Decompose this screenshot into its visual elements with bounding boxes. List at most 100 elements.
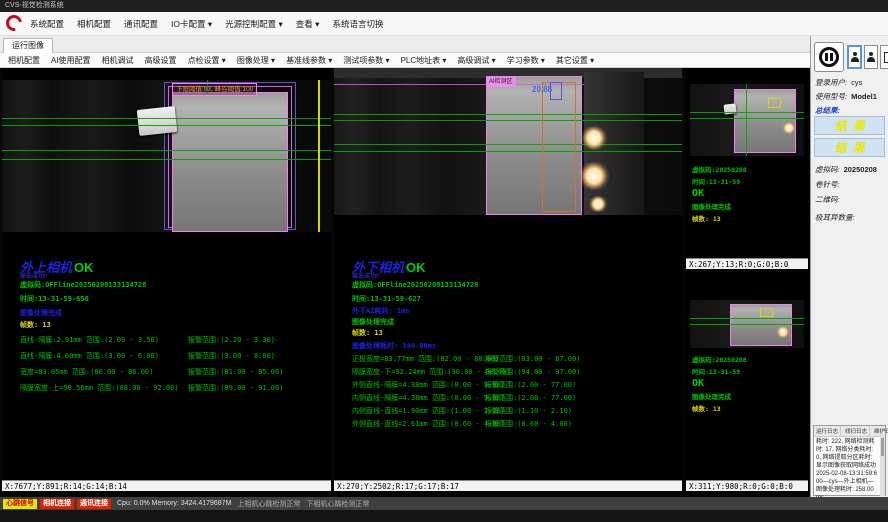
total-result-label: 总结果: <box>815 105 840 116</box>
barcode-text: 虚拟码:OFFline20250208133134728 <box>352 280 478 290</box>
result-box-1: 结果 <box>814 116 885 135</box>
alarm-range-text: 报警范围:(2.00 - 77.00) <box>485 393 576 403</box>
frame-count: 帧数: 13 <box>352 328 383 338</box>
time-text: 时间:13-31-59-650 <box>20 294 89 304</box>
connector-tab <box>137 106 178 136</box>
exit-door-icon <box>884 52 888 63</box>
tab-run-image[interactable]: 运行图像 <box>3 38 53 53</box>
reflection-spot <box>580 126 608 150</box>
model-label: 使用型号: <box>815 92 847 101</box>
measurement-text: 外侧直线-隔膜=4.38mm 范围:(0.00 - 9.00) <box>352 380 505 390</box>
alarm-range-text: 报警范围:(81.00 - 85.00) <box>188 367 283 377</box>
log-tabs: 运行日志线扫日志维护日志 <box>814 426 885 437</box>
result-line: 图像处理完成 <box>692 201 747 211</box>
reflection-spot <box>782 122 796 134</box>
measurement-row: 内侧直线-直线=1.90mm 范围:(1.00 - 2.20)报警范围:(1.1… <box>352 406 657 419</box>
measure-line <box>2 118 331 119</box>
vcode-row: 虚拟码:20250208 <box>815 164 877 175</box>
measurement-text: 直线-隔膜:2.91mm 范围:(2.00 - 3.50) <box>20 335 159 345</box>
main-area: 下限阈值:93, 峰谷阈值:100 外上相机OK 输出成功!! 虚拟码:OFFl… <box>0 68 810 503</box>
toolbar-item[interactable]: 图像处理 ▾ <box>237 55 275 66</box>
menu-items: 系统配置 相机配置 通讯配置 IO卡配置 ▾ 光源控制配置 ▾ 查看 ▾ 系统语言切换 <box>30 12 383 36</box>
measurement-row: 内侧直线-隔膜=4.38mm 范围:(0.00 - 9.00)报警范围:(2.0… <box>352 393 657 406</box>
alarm-range-text: 报警范围:(3.00 - 8.00) <box>188 351 275 361</box>
menu-item[interactable]: IO卡配置 ▾ <box>171 18 212 30</box>
measurement-text: 直线-隔膜:4.60mm 范围:(3.00 - 6.00) <box>20 351 159 361</box>
result-ok: OK <box>72 260 94 275</box>
model-row: 使用型号:Model1 <box>815 91 877 102</box>
menu-item[interactable]: 相机配置 <box>77 18 111 30</box>
camera-image-outer-upper[interactable]: 下限阈值:93, 峰谷阈值:100 <box>2 80 331 232</box>
tab-row: 运行图像 <box>0 36 810 53</box>
measure-line <box>334 144 682 145</box>
toolbar-item[interactable]: 相机调试 <box>102 55 134 66</box>
toolbar-item[interactable]: 相机配置 <box>8 55 40 66</box>
measurement-rows: 直线-隔膜:2.91mm 范围:(2.00 - 3.50)报警范围:(2.20 … <box>20 335 325 399</box>
camera-panel-outer-upper: 下限阈值:93, 峰谷阈值:100 外上相机OK 输出成功!! 虚拟码:OFFl… <box>2 68 331 491</box>
model-value: Model1 <box>847 92 877 101</box>
result-line: 时间:13-31-59 <box>692 176 747 186</box>
toolbar-item[interactable]: 基准线参数 ▾ <box>286 55 332 66</box>
login-user-row: 登录用户:cys <box>815 77 862 88</box>
result-lines: 虚拟码:20250208时间:13-31-59OK图像处理完成帧数: 13 <box>692 164 747 225</box>
time-text: 时间:13-31-59-627 <box>352 294 421 304</box>
menu-item[interactable]: 查看 ▾ <box>296 18 320 30</box>
result-line: OK <box>692 378 747 389</box>
menu-item[interactable]: 系统配置 <box>30 18 64 30</box>
menu-item[interactable]: 系统语言切换 <box>332 18 383 30</box>
log-scrollbar-thumb[interactable] <box>881 438 884 456</box>
coordinate-bar: X:7677;Y:891;R:14;G:14;B:14 <box>2 480 331 491</box>
measurement-rows: 正极宽度=83.77mm 范围:(82.00 - 88.00)报警范围:(83.… <box>352 354 657 432</box>
measurement-text: 正极宽度=83.77mm 范围:(82.00 - 88.00) <box>352 354 499 364</box>
toolbar-item[interactable]: 测试项参数 ▾ <box>343 55 389 66</box>
log-tab[interactable]: 运行日志 <box>814 426 841 436</box>
result-ok: OK <box>404 260 426 275</box>
coordinate-bar: X:311;Y:980;R:0;G:0;B:0 <box>686 480 808 491</box>
menu-item[interactable]: 光源控制配置 ▾ <box>225 18 283 30</box>
toolbar-item[interactable]: 高级调试 ▾ <box>457 55 495 66</box>
toolbar-item[interactable]: 学习参数 ▾ <box>507 55 545 66</box>
measure-line <box>334 120 682 121</box>
measurement-row: 外侧直线-隔膜=4.38mm 范围:(0.00 - 9.00)报警范围:(2.0… <box>352 380 657 393</box>
measure-line <box>2 125 331 126</box>
menu-item[interactable]: 通讯配置 <box>124 18 158 30</box>
measure-line-vertical <box>746 84 747 156</box>
process-time: 图像处理耗时: 140.00ms <box>352 341 436 351</box>
camera-image-small-bottom[interactable] <box>690 300 804 348</box>
exit-button[interactable] <box>880 45 888 69</box>
result-line: 时间:13-31-59 <box>692 366 747 376</box>
app-window: CVS-视觉检测系统 系统配置相机配置通讯配置IO卡配置 ▾光源控制配置 ▾查看… <box>0 0 888 522</box>
result-line: 图像处理完成 <box>692 391 747 401</box>
toolbar-item[interactable]: 高级设置 <box>145 55 177 66</box>
status-badge: 相机连接 <box>40 499 74 509</box>
toolbar-item[interactable]: PLC地址表 ▾ <box>401 55 447 66</box>
coordinate-bar: X:270;Y:2502;R:17;G:17;B:17 <box>334 480 682 491</box>
cpu-memory-status: Cpu: 0.0% Memory: 3424.4179687M <box>117 500 231 507</box>
measure-line <box>2 159 331 160</box>
camera-image-outer-lower[interactable]: AI检测区 20.88 <box>334 68 682 215</box>
camera-image-small-top[interactable] <box>690 84 804 156</box>
vcode-label: 虚拟码: <box>815 165 840 174</box>
status-badge: 通讯连接 <box>77 499 111 509</box>
result-line: 帧数: 13 <box>692 403 747 413</box>
alarm-range-text: 报警范围:(94.00 - 97.00) <box>485 367 580 377</box>
reflection-spot <box>776 326 790 338</box>
login-user-button[interactable] <box>847 45 862 69</box>
log-scrollbar[interactable] <box>880 434 885 496</box>
measure-line <box>690 324 804 325</box>
toolbar-item[interactable]: 点检设置 ▾ <box>188 55 226 66</box>
process-status: 图像处理完成 <box>352 317 394 327</box>
log-tab[interactable]: 线扫日志 <box>843 426 870 436</box>
output-status: 输出成功!! <box>20 271 47 280</box>
log-text: 耗时: 222, 网络检测耗时: 17, 网络分类耗时: 0, 网络提取分区耗时… <box>814 437 885 503</box>
toolbar-item[interactable]: 其它设置 ▾ <box>556 55 594 66</box>
pause-button[interactable] <box>814 42 844 72</box>
toolbar: 相机配置 AI使用配置相机调试高级设置点检设置 ▾ 图像处理 ▾ 基准线参数 ▾ 测试项… <box>0 53 810 68</box>
measurement-row: 宽度=83.05mm 范围:(80.00 - 86.00)报警范围:(81.00… <box>20 367 325 383</box>
switch-user-button[interactable] <box>864 45 878 69</box>
measure-line <box>690 318 804 319</box>
camera-panel-outer-lower: AI检测区 20.88 外下相机OK 输出成功!! 虚拟码:OFFline202… <box>334 68 682 491</box>
toolbar-item[interactable]: AI使用配置 <box>51 55 91 66</box>
needle-number-label: 卷针号: <box>815 179 840 190</box>
output-status: 输出成功!! <box>352 271 379 280</box>
